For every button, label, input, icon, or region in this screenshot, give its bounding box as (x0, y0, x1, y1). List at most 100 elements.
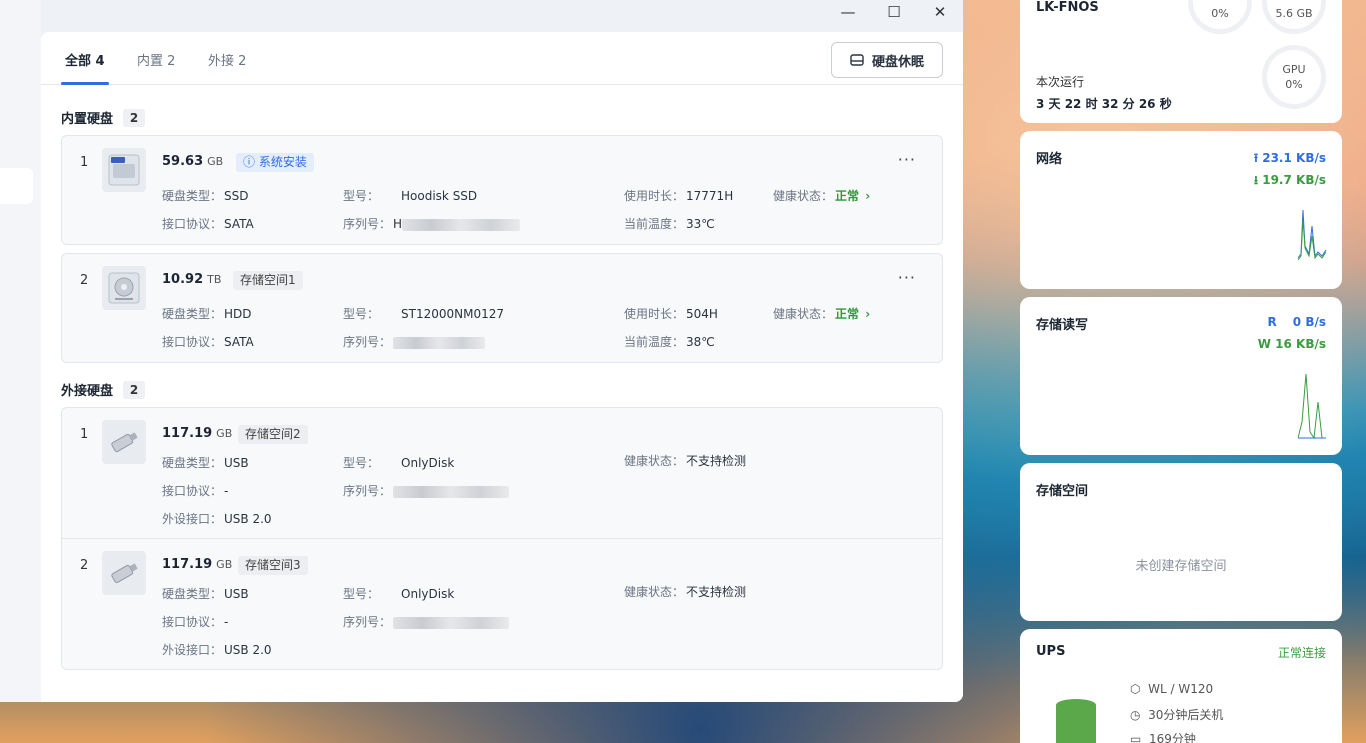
external-disk-card: 1 117.19 GB 存储空间2 硬盘类型： USB 型号： OnlyDisk 健康… (61, 407, 943, 670)
disk-model: 型号： ST12000NM0127 (343, 307, 505, 321)
tab-all[interactable]: 全部 4 (65, 50, 105, 69)
gpu-ring: GPU 0% (1262, 45, 1326, 109)
disk-sleep-button[interactable]: 硬盘休眠 (831, 42, 943, 78)
more-options-button[interactable]: ··· (898, 150, 916, 169)
disk-index: 2 (80, 558, 89, 573)
read-speed: R0 B/s (1267, 315, 1326, 329)
system-install-tag: ⓘ 系统安装 (236, 153, 314, 172)
storage-space-tag: 存储空间3 (238, 556, 308, 575)
disk-health: 健康状态： 不支持检测 (624, 585, 747, 599)
disk-panel: 全部 4 内置 2 外接 2 硬盘休眠 内置硬盘 2 1 59.63 GB ⓘ 系… (41, 32, 963, 702)
usb-drive-icon (102, 551, 146, 595)
system-widget[interactable]: LK-FNOS 0% 5.6 GB GPU 0% 本次运行 3 天 22 时 32… (1020, 0, 1342, 123)
disk-interface: 接口协议： - (162, 484, 229, 498)
disk-type: 硬盘类型： HDD (162, 307, 252, 321)
download-arrow-icon: ⭳ (1253, 173, 1263, 187)
storage-space-tag: 存储空间2 (238, 425, 308, 444)
close-button[interactable]: ✕ (917, 0, 963, 24)
memory-ring: 5.6 GB (1262, 0, 1326, 34)
network-title: 网络 (1036, 152, 1063, 167)
battery-small-icon: ▭ (1130, 732, 1142, 743)
hostname: LK-FNOS (1036, 0, 1099, 15)
storage-space-title: 存储空间 (1036, 484, 1089, 499)
storage-space-tag: 存储空间1 (233, 271, 303, 290)
network-sparkline (1298, 209, 1327, 261)
disk-health-link[interactable]: 健康状态： 正常 › (773, 305, 870, 322)
disk-index: 1 (80, 427, 89, 442)
disk-tabs: 全部 4 内置 2 外接 2 硬盘休眠 (41, 32, 963, 85)
disk-serial: 序列号： (343, 613, 510, 630)
disk-interface: 接口协议： SATA (162, 217, 254, 231)
clock-icon: ◷ (1130, 708, 1141, 722)
external-disk-row-1: 1 117.19 GB 存储空间2 硬盘类型： USB 型号： OnlyDisk 健康… (62, 408, 942, 538)
storage-space-empty: 未创建存储空间 (1135, 559, 1227, 574)
cpu-ring: 0% (1188, 0, 1252, 34)
serial-redacted (393, 336, 486, 349)
sidebar-strip (0, 0, 41, 702)
disk-health: 健康状态： 不支持检测 (624, 454, 747, 468)
disk-type: 硬盘类型： SSD (162, 189, 249, 203)
ups-model: ⬡ WL / W120 (1130, 682, 1214, 696)
peripheral-port: 外设接口： USB 2.0 (162, 643, 272, 657)
disk-model: 型号： OnlyDisk (343, 456, 455, 470)
external-count-badge: 2 (123, 380, 146, 399)
disk-interface: 接口协议： SATA (162, 335, 254, 349)
disk-index: 2 (80, 273, 89, 288)
sidebar-tab[interactable] (0, 168, 33, 204)
internal-title: 内置硬盘 (61, 112, 114, 127)
disk-model: 型号： Hoodisk SSD (343, 189, 478, 203)
internal-disk-card-2: 2 10.92 TB 存储空间1 ··· 硬盘类型： HDD 型号： ST12000N… (61, 253, 943, 363)
storage-space-widget[interactable]: 存储空间 未创建存储空间 (1020, 463, 1342, 621)
disk-health-link[interactable]: 健康状态： 正常 › (773, 187, 870, 204)
external-disk-row-2: 2 117.19 GB 存储空间3 硬盘类型： USB 型号： OnlyDisk 健康… (62, 538, 942, 669)
cube-icon: ⬡ (1130, 682, 1141, 696)
disk-uptime: 使用时长： 504H (624, 307, 718, 321)
disk-size: 10.92 TB (162, 272, 222, 287)
disk-interface: 接口协议： - (162, 615, 229, 629)
disk-model: 型号： OnlyDisk (343, 587, 455, 601)
download-speed: ⭳ 19.7 KB/s (1253, 173, 1326, 187)
peripheral-port: 外设接口： USB 2.0 (162, 512, 272, 526)
disk-temperature: 当前温度： 38℃ (624, 335, 715, 349)
serial-redacted (393, 616, 510, 629)
title-bar: — ☐ ✕ (0, 0, 963, 32)
disk-type: 硬盘类型： USB (162, 456, 249, 470)
uptime-label: 本次运行 (1036, 75, 1085, 89)
ups-widget[interactable]: UPS 正常连接 ⬡ WL / W120 ◷ 30分钟后关机 ▭ 169分钟 (1020, 629, 1342, 743)
disk-sleep-icon (850, 54, 864, 66)
disk-size: 59.63 GB (162, 154, 224, 169)
ups-status: 正常连接 (1277, 646, 1326, 660)
disk-serial: 序列号： H (343, 215, 521, 232)
disk-serial: 序列号： (343, 333, 486, 350)
disk-index: 1 (80, 155, 89, 170)
disk-size: 117.19 GB (162, 426, 233, 441)
internal-section-title: 内置硬盘 2 (61, 108, 146, 127)
minimize-button[interactable]: — (825, 0, 871, 24)
chevron-right-icon: › (861, 189, 871, 203)
internal-disk-card-1: 1 59.63 GB ⓘ 系统安装 ··· 硬盘类型： SSD 型号： Hoodisk… (61, 135, 943, 245)
ups-runtime: ▭ 169分钟 (1130, 730, 1196, 743)
upload-arrow-icon: ⭱ (1253, 151, 1263, 165)
external-title: 外接硬盘 (61, 384, 114, 399)
chevron-right-icon: › (861, 307, 871, 321)
upload-speed: ⭱ 23.1 KB/s (1253, 151, 1326, 165)
internal-count-badge: 2 (123, 108, 146, 127)
disk-type: 硬盘类型： USB (162, 587, 249, 601)
serial-redacted (402, 218, 521, 231)
disk-sleep-label: 硬盘休眠 (871, 54, 924, 70)
tab-internal[interactable]: 内置 2 (137, 50, 175, 69)
battery-icon (1056, 699, 1096, 743)
network-widget[interactable]: 网络 ⭱ 23.1 KB/s ⭳ 19.7 KB/s (1020, 131, 1342, 289)
storage-io-title: 存储读写 (1036, 318, 1089, 333)
usb-drive-icon (102, 420, 146, 464)
ssd-icon (102, 148, 146, 192)
storage-io-widget[interactable]: 存储读写 R0 B/s W 16 KB/s (1020, 297, 1342, 455)
tab-external[interactable]: 外接 2 (208, 50, 246, 69)
disk-size: 117.19 GB (162, 557, 233, 572)
active-tab-indicator (61, 82, 109, 85)
write-speed: W 16 KB/s (1257, 337, 1326, 351)
disk-temperature: 当前温度： 33℃ (624, 217, 715, 231)
maximize-button[interactable]: ☐ (871, 0, 917, 24)
more-options-button[interactable]: ··· (898, 268, 916, 287)
storage-io-sparkline (1298, 373, 1326, 440)
